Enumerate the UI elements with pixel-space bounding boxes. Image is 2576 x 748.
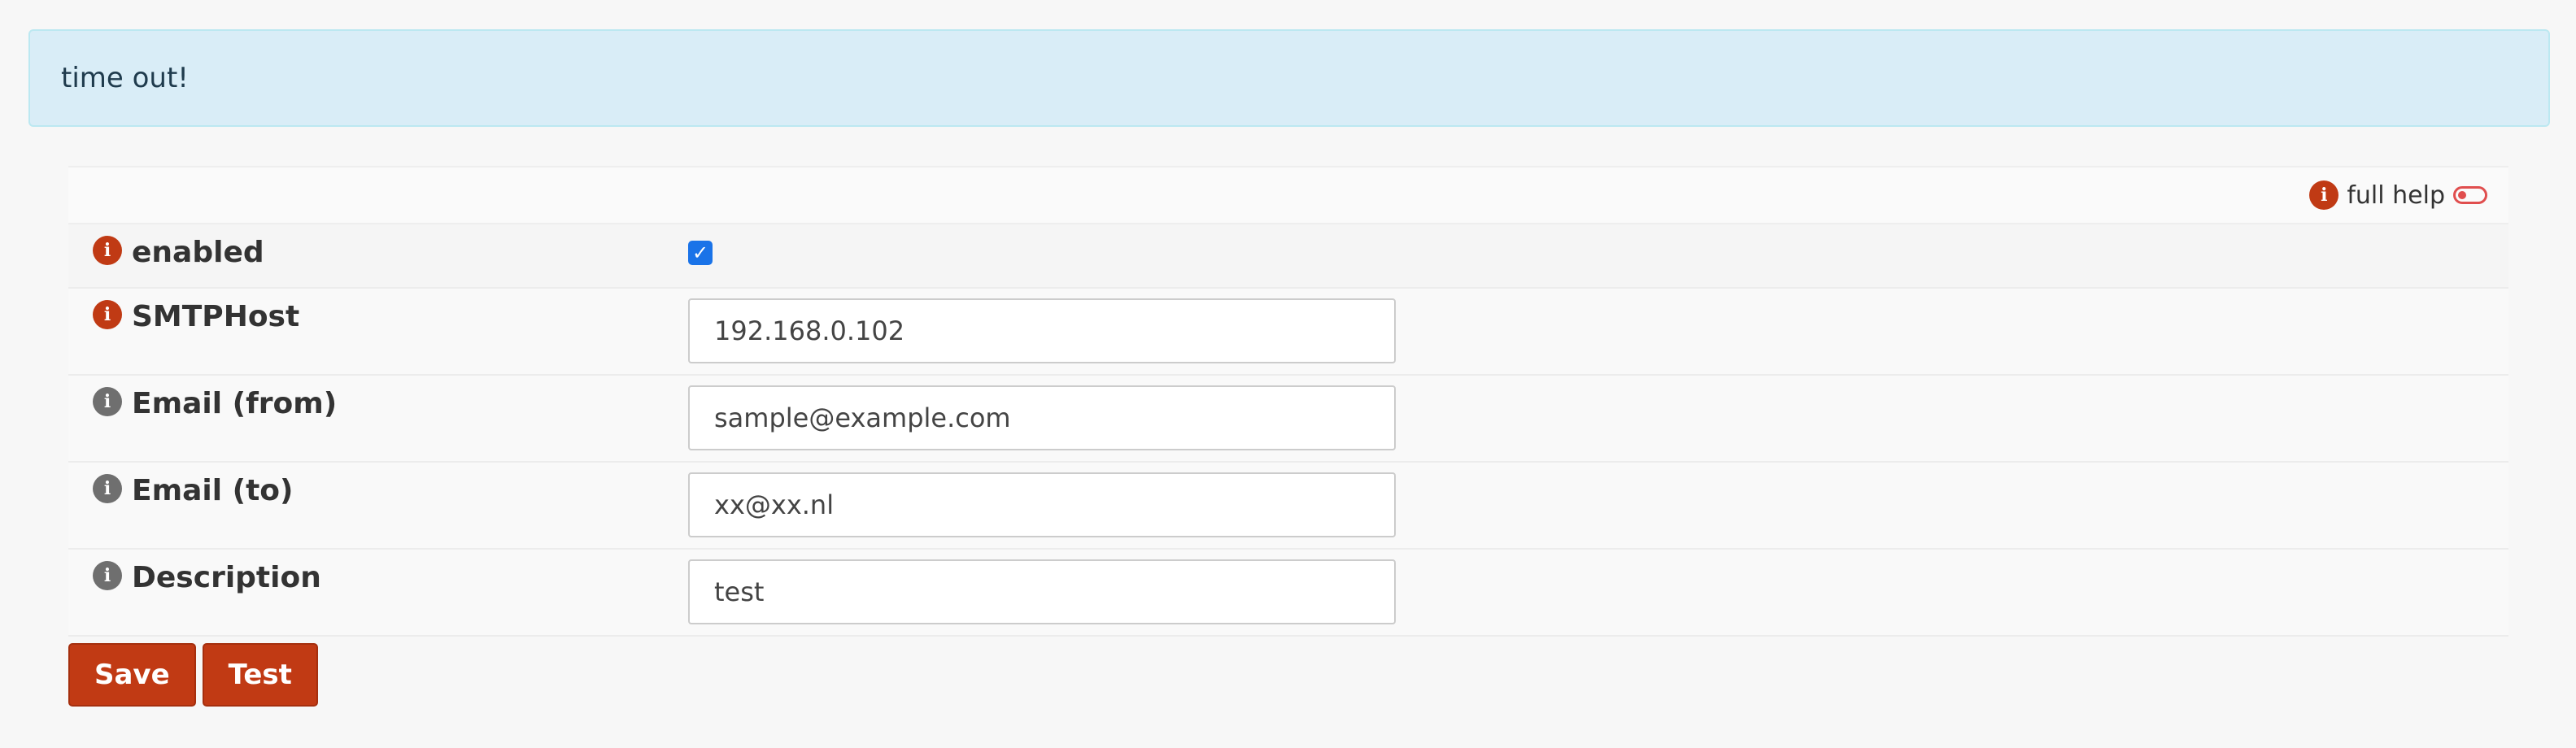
form-actions: Save Test (68, 643, 2508, 707)
email-from-value: sample@example.com (714, 402, 1011, 433)
value-cell: test (688, 550, 2508, 635)
smtp-host-label: SMTPHost (132, 300, 300, 333)
row-email-from: i Email (from) sample@example.com (68, 376, 2508, 463)
info-icon[interactable]: i (93, 387, 122, 416)
row-smtp-host: i SMTPHost 192.168.0.102 (68, 289, 2508, 376)
row-email-to: i Email (to) xx@xx.nl (68, 463, 2508, 550)
test-button[interactable]: Test (202, 643, 318, 707)
email-from-label: Email (from) (132, 387, 338, 420)
value-cell: sample@example.com (688, 376, 2508, 461)
email-to-input[interactable]: xx@xx.nl (688, 472, 1396, 537)
value-cell: 192.168.0.102 (688, 289, 2508, 374)
enabled-label: enabled (132, 236, 264, 269)
email-from-input[interactable]: sample@example.com (688, 385, 1396, 450)
description-label: Description (132, 561, 321, 594)
smtp-host-input[interactable]: 192.168.0.102 (688, 298, 1396, 363)
save-button[interactable]: Save (68, 643, 196, 707)
value-cell: ✓ (688, 224, 2508, 287)
info-icon[interactable]: i (93, 474, 122, 503)
row-description: i Description test (68, 550, 2508, 637)
info-icon[interactable]: i (93, 561, 122, 590)
label-cell: i Description (68, 550, 688, 635)
email-to-label: Email (to) (132, 474, 294, 507)
info-icon[interactable]: i (93, 300, 122, 329)
value-cell: xx@xx.nl (688, 463, 2508, 548)
row-enabled: i enabled ✓ (68, 224, 2508, 289)
settings-form: i full help i enabled ✓ i SMTPHost 192.1… (68, 166, 2508, 707)
checkmark-icon: ✓ (691, 241, 709, 264)
label-cell: i Email (from) (68, 376, 688, 461)
full-help-label: full help (2347, 180, 2445, 210)
description-input[interactable]: test (688, 559, 1396, 624)
alert-message: time out! (61, 62, 189, 94)
email-to-value: xx@xx.nl (714, 489, 835, 520)
info-icon[interactable]: i (93, 236, 122, 265)
description-value: test (714, 576, 765, 607)
label-cell: i SMTPHost (68, 289, 688, 374)
alert-banner: time out! (28, 29, 2550, 127)
enabled-checkbox[interactable]: ✓ (688, 241, 713, 265)
info-icon[interactable]: i (2309, 180, 2339, 210)
full-help-toggle[interactable] (2453, 186, 2487, 204)
smtp-host-value: 192.168.0.102 (714, 315, 905, 346)
help-toolbar: i full help (68, 166, 2508, 224)
label-cell: i enabled (68, 224, 688, 287)
label-cell: i Email (to) (68, 463, 688, 548)
